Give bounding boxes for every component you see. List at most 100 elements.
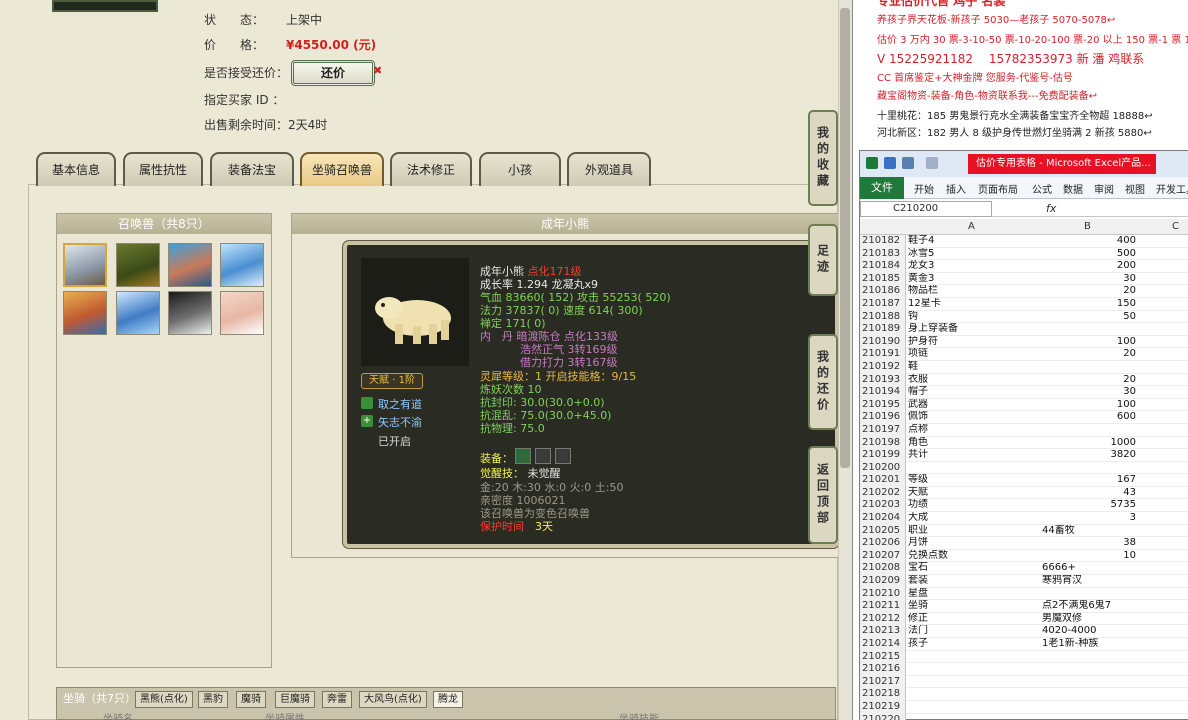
row-number[interactable]: 210198 [860, 436, 906, 450]
table-row[interactable]: 210207 兑换点数 10 [860, 549, 1188, 563]
mount-tab-1[interactable]: 黑熊(点化) [135, 691, 193, 708]
cell-b[interactable]: 4020-4000 [1042, 625, 1142, 638]
tab-mounts-pets[interactable]: 坐骑召唤兽 [300, 152, 384, 186]
cell-a[interactable]: 鞋子4 [908, 235, 1038, 248]
row-number[interactable]: 210191 [860, 348, 906, 361]
table-row[interactable]: 210198 角色 1000 [860, 436, 1188, 450]
row-number[interactable]: 210195 [860, 398, 906, 412]
cell-b[interactable]: 6666+ [1042, 562, 1142, 575]
mount-tab-5[interactable]: 奔雷 [322, 691, 352, 708]
table-row[interactable]: 210184 龙女3 200 [860, 260, 1188, 273]
excel-tab-developer[interactable]: 开发工具 [1156, 181, 1188, 196]
cell-a[interactable]: 点称 [908, 424, 1038, 437]
cell-b[interactable]: 38 [1042, 537, 1136, 550]
pet-avatar-6[interactable] [116, 291, 160, 335]
table-row[interactable]: 210206 月饼 38 [860, 537, 1188, 550]
cell-b[interactable]: 男魔双修 [1042, 613, 1142, 626]
row-number[interactable]: 210194 [860, 386, 906, 399]
my-offers-button[interactable]: 我的还价 [808, 334, 838, 430]
cell-b[interactable]: 500 [1042, 248, 1136, 261]
pet-avatar-3[interactable] [168, 243, 212, 287]
table-row[interactable]: 210186 物品栏 20 [860, 285, 1188, 298]
page-scrollbar-thumb[interactable] [840, 8, 850, 468]
cell-b[interactable]: 30 [1042, 273, 1136, 286]
excel-tab-view[interactable]: 视图 [1125, 181, 1145, 196]
table-row[interactable]: 210187 12星卡 150 [860, 297, 1188, 311]
cell-b[interactable]: 400 [1042, 235, 1136, 248]
row-number[interactable]: 210190 [860, 335, 906, 349]
save-icon[interactable] [884, 157, 896, 169]
cell-a[interactable]: 法门 [908, 625, 1038, 638]
table-row[interactable]: 210215 [860, 650, 1188, 664]
excel-tab-formulas[interactable]: 公式 [1032, 181, 1052, 196]
table-row[interactable]: 210218 [860, 688, 1188, 701]
row-number[interactable]: 210216 [860, 663, 906, 676]
cell-a[interactable]: 钩 [908, 311, 1038, 324]
cell-b[interactable]: 43 [1042, 487, 1136, 500]
my-favorites-button[interactable]: 我的收藏 [808, 110, 838, 206]
cell-a[interactable]: 物品栏 [908, 285, 1038, 298]
table-row[interactable]: 210200 [860, 461, 1188, 475]
cell-b[interactable]: 点2不满鬼6鬼7 [1042, 600, 1142, 613]
back-to-top-button[interactable]: 返回顶部 [808, 446, 838, 544]
table-row[interactable]: 210188 钩 50 [860, 310, 1188, 324]
cell-a[interactable]: 修正 [908, 613, 1038, 626]
row-number[interactable]: 210188 [860, 310, 906, 324]
cell-b[interactable]: 30 [1042, 386, 1136, 399]
row-number[interactable]: 210201 [860, 474, 906, 487]
row-number[interactable]: 210185 [860, 272, 906, 286]
table-row[interactable]: 210193 衣服 20 [860, 373, 1188, 387]
cell-a[interactable]: 鞋 [908, 361, 1038, 374]
excel-file-tab[interactable]: 文件 [860, 177, 904, 199]
row-number[interactable]: 210208 [860, 562, 906, 576]
pet-avatar-8[interactable] [220, 291, 264, 335]
row-number[interactable]: 210219 [860, 700, 906, 714]
row-number[interactable]: 210218 [860, 688, 906, 701]
row-number[interactable]: 210187 [860, 297, 906, 311]
cell-b[interactable]: 3 [1042, 512, 1136, 525]
cell-b[interactable]: 150 [1042, 298, 1136, 311]
cell-a[interactable]: 帽子 [908, 386, 1038, 399]
excel-tab-insert[interactable]: 插入 [946, 181, 966, 196]
table-row[interactable]: 210217 [860, 675, 1188, 689]
redo-icon[interactable] [926, 157, 938, 169]
mount-tab-4[interactable]: 巨魔骑 [275, 691, 315, 708]
table-row[interactable]: 210195 武器 100 [860, 398, 1188, 412]
table-row[interactable]: 210211 坐骑 点2不满鬼6鬼7 [860, 600, 1188, 613]
cell-a[interactable]: 12星卡 [908, 298, 1038, 311]
cell-b[interactable]: 10 [1042, 550, 1136, 563]
row-number[interactable]: 210212 [860, 612, 906, 626]
table-row[interactable]: 210183 冰雪5 500 [860, 247, 1188, 261]
row-number[interactable]: 210202 [860, 486, 906, 500]
row-number[interactable]: 210205 [860, 524, 906, 538]
mount-tab-3[interactable]: 魔骑 [236, 691, 266, 708]
table-row[interactable]: 210196 佩饰 600 [860, 411, 1188, 424]
cell-a[interactable]: 宝石 [908, 562, 1038, 575]
cell-a[interactable]: 黄金3 [908, 273, 1038, 286]
pet-avatar-5[interactable] [63, 291, 107, 335]
table-row[interactable]: 210202 天赋 43 [860, 486, 1188, 500]
cell-a[interactable]: 套装 [908, 575, 1038, 588]
row-number[interactable]: 210220 [860, 713, 906, 720]
excel-tab-data[interactable]: 数据 [1063, 181, 1083, 196]
row-number[interactable]: 210215 [860, 650, 906, 664]
cell-b[interactable]: 167 [1042, 474, 1136, 487]
table-row[interactable]: 210203 功绩 5735 [860, 499, 1188, 513]
cell-a[interactable]: 星盘 [908, 588, 1038, 601]
table-row[interactable]: 210209 套装 寒鸦宵汉 [860, 575, 1188, 588]
pet-avatar-bear[interactable] [63, 243, 107, 287]
cell-b[interactable]: 44畜牧 [1042, 525, 1142, 538]
table-row[interactable]: 210190 护身符 100 [860, 335, 1188, 349]
column-c-header[interactable]: C [1172, 221, 1179, 232]
table-row[interactable]: 210214 孩子 1老1新-种族 [860, 638, 1188, 651]
cell-b[interactable]: 200 [1042, 260, 1136, 273]
table-row[interactable]: 210219 [860, 700, 1188, 714]
row-number[interactable]: 210214 [860, 638, 906, 651]
cell-b[interactable]: 1老1新-种族 [1042, 638, 1142, 651]
table-row[interactable]: 210191 项链 20 [860, 348, 1188, 361]
cell-a[interactable]: 天赋 [908, 487, 1038, 500]
tab-appearance[interactable]: 外观道具 [567, 152, 651, 186]
table-row[interactable]: 210208 宝石 6666+ [860, 562, 1188, 576]
row-number[interactable]: 210199 [860, 449, 906, 462]
cell-b[interactable]: 50 [1042, 311, 1136, 324]
